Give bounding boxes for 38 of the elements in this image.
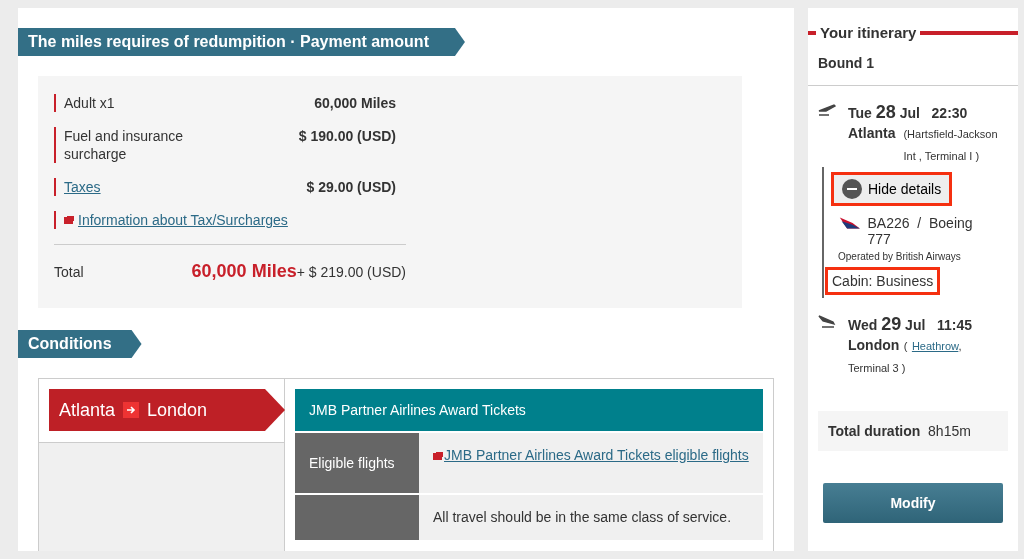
fee-amount: $ 29.00 (USD) [306,178,396,196]
landing-icon [818,314,836,328]
award-header: JMB Partner Airlines Award Tickets [295,389,763,431]
cabin-text: Cabin: Business [828,270,938,292]
origin-city: Atlanta [59,399,116,421]
airport-paren: ( [903,340,908,352]
fee-label: Adult x1 [64,94,116,112]
fee-amount: $ 190.00 (USD) [298,127,396,146]
arrival-date: Wed 29 Jul 11:45 [848,314,973,335]
departure-date: Tue 28 Jul 22:30 [848,102,969,123]
takeoff-icon [818,102,836,116]
fee-amount: 60,000 Miles [314,94,396,112]
window-icon [433,453,442,460]
operator-text: Operated by British Airways [838,251,962,262]
section-ribbon: Conditions [18,330,142,358]
duration-value: 8h15m [928,423,971,439]
modify-button[interactable]: Modify [823,483,1003,523]
flight-number: BA226 / Boeing 777 [867,215,974,247]
arrival-city: London [848,337,900,353]
row-header: Eligible flights [295,433,419,493]
airport-text: (Hartsfield-Jackson Int , Terminal I ) [903,127,999,164]
total-amount: + $ 219.00 (USD) [296,264,406,280]
itinerary-title: Your itinerary [820,24,917,41]
destination-city: London [147,399,208,421]
total-label: Total [54,264,85,280]
terminal-text: Terminal 3 ) [848,361,907,376]
departure-city: Atlanta [848,125,896,141]
duration-label: Total duration [828,423,921,439]
fee-label: Fuel and insurance surcharge [64,127,185,163]
bound-label: Bound 1 [808,41,1018,86]
info-link[interactable]: Information about Tax/Surcharges [78,211,288,229]
total-miles: 60,000 Miles [191,261,297,282]
section-ribbon: The miles requires of redumpition · Payment amount [18,28,465,56]
airport-comma: , [958,340,962,352]
window-icon [64,216,73,224]
hide-details-button[interactable]: Hide details [834,175,950,203]
condition-text: All travel should be in the same class of service. [433,509,732,525]
taxes-link[interactable]: Taxes [64,178,204,196]
